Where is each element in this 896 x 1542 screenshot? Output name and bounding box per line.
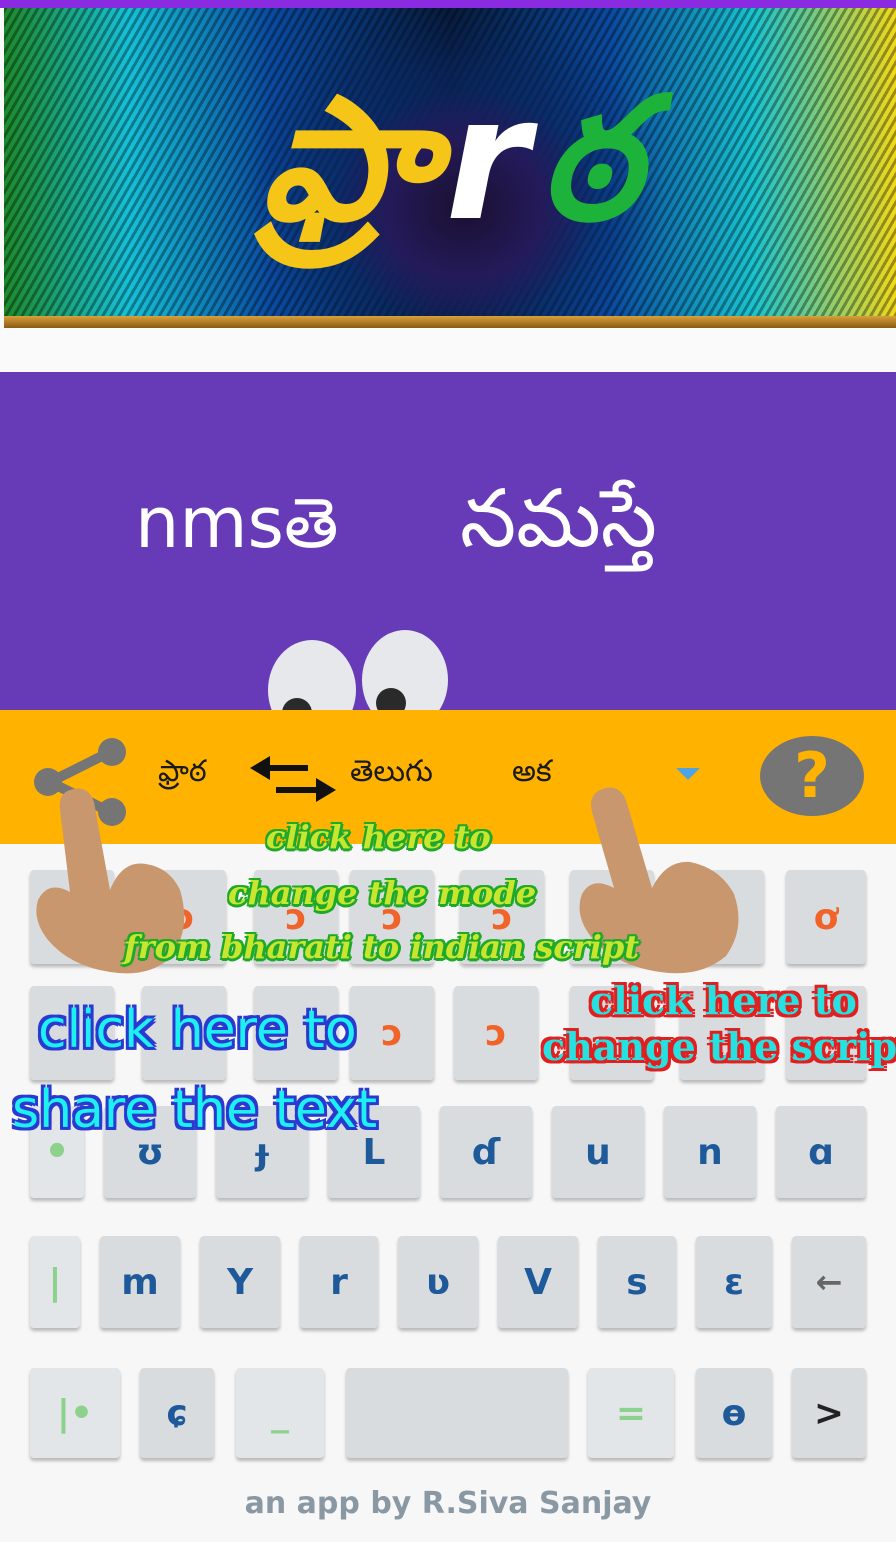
logo-part-1: ఫ్రా: [260, 61, 436, 259]
backspace-key[interactable]: ←: [792, 1236, 866, 1328]
logo-part-2: r: [445, 61, 530, 259]
share-hint-line-2: share the text: [12, 1080, 378, 1140]
app-logo: ఫ్రా r ఠ: [260, 40, 640, 280]
key[interactable]: Y: [200, 1236, 280, 1328]
script-hint-line-2: change the script: [542, 1024, 896, 1069]
key[interactable]: ơ: [786, 870, 866, 964]
mode-hint-line-1: click here to: [266, 818, 491, 856]
banner-rail: [4, 316, 896, 328]
logo-part-3: ఠ: [539, 61, 640, 259]
key[interactable]: ɵ: [696, 1368, 772, 1458]
key[interactable]: n: [664, 1106, 756, 1198]
mode-hint-line-3: from bharati to indian script: [124, 928, 640, 966]
key[interactable]: ʋ: [398, 1236, 478, 1328]
swap-arrows-icon[interactable]: [248, 750, 338, 806]
key[interactable]: ɕ: [140, 1368, 214, 1458]
key[interactable]: |: [30, 1236, 80, 1328]
key[interactable]: ɔ: [454, 986, 538, 1080]
key[interactable]: s: [598, 1236, 676, 1328]
header-banner: ఫ్రా r ఠ: [0, 0, 896, 330]
help-button[interactable]: ?: [760, 736, 864, 816]
key[interactable]: ɑ: [776, 1106, 866, 1198]
bharati-text: nmsతె: [135, 482, 339, 564]
key[interactable]: u: [552, 1106, 644, 1198]
key[interactable]: ɔ: [350, 986, 434, 1080]
key[interactable]: _: [236, 1368, 324, 1458]
key[interactable]: ɛ: [696, 1236, 772, 1328]
space-key[interactable]: [346, 1368, 568, 1458]
footer-credit: an app by R.Siva Sanjay: [244, 1486, 652, 1521]
key[interactable]: ɗ: [440, 1106, 532, 1198]
mode-hint-line-2: change the mode: [228, 874, 537, 912]
key[interactable]: |•: [30, 1368, 120, 1458]
target-script-label[interactable]: తెలుగు: [350, 754, 433, 796]
key[interactable]: r: [300, 1236, 378, 1328]
key[interactable]: =: [588, 1368, 674, 1458]
key[interactable]: V: [498, 1236, 578, 1328]
share-hint-line-1: click here to: [38, 1000, 357, 1060]
text-display-panel[interactable]: nmsతె నమస్తే: [0, 372, 896, 710]
script-hint-line-1: click here to: [590, 978, 857, 1023]
script-selector-value[interactable]: అక: [512, 754, 552, 796]
app-screen: ఫ్రా r ఠ nmsతె నమస్తే ఫ్రా ఠ తెలుగు అక ? …: [0, 0, 896, 1542]
key[interactable]: m: [100, 1236, 180, 1328]
status-strip: [0, 0, 896, 8]
telugu-text: నమస్తే: [460, 472, 657, 565]
next-key[interactable]: >: [792, 1368, 866, 1458]
